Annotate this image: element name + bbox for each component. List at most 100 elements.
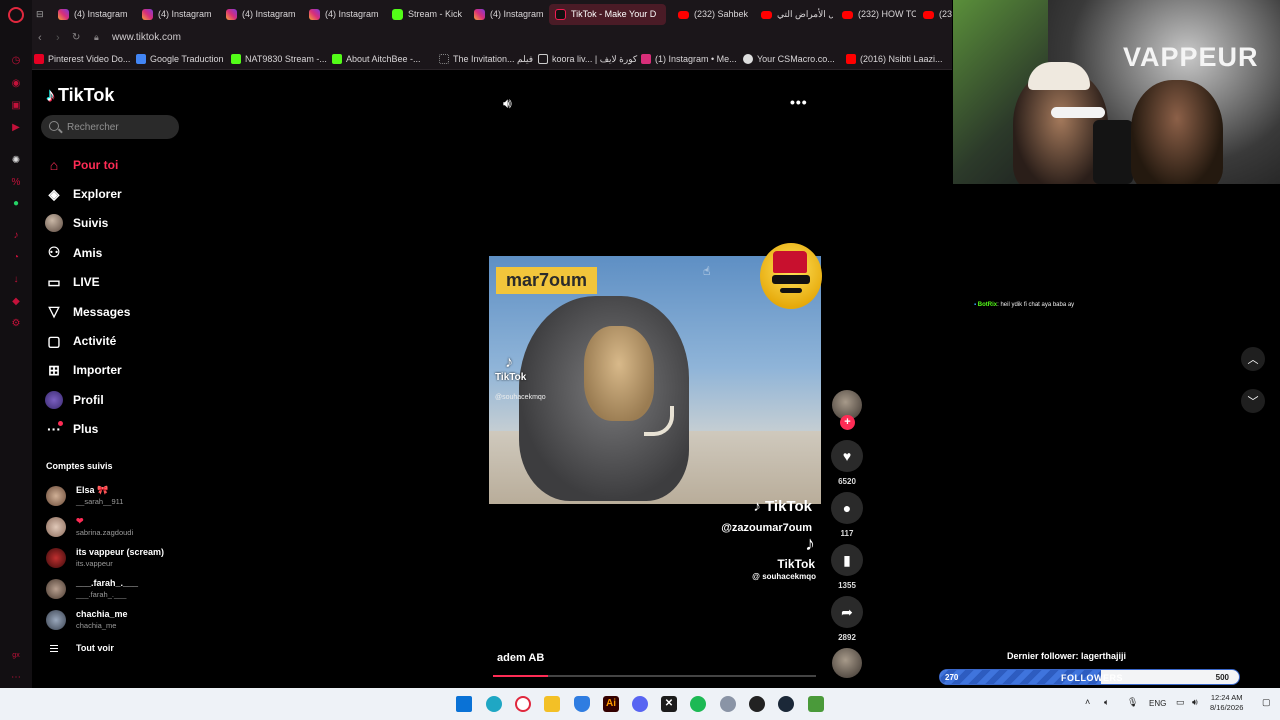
bookmark-item[interactable]: (2016) Nsibti Laazi... bbox=[846, 52, 943, 66]
language-indicator[interactable]: ENG bbox=[1149, 699, 1166, 708]
percent-icon[interactable]: % bbox=[10, 177, 22, 189]
sidebar-bottom-icon[interactable]: gx bbox=[10, 650, 22, 662]
settings-icon[interactable]: ⚙ bbox=[10, 318, 22, 330]
comment-button[interactable]: ● bbox=[831, 492, 863, 524]
nav-upload[interactable]: ⊞ Importer bbox=[44, 356, 184, 385]
obs-icon[interactable] bbox=[749, 696, 765, 712]
bookmark-item[interactable]: (1) Instagram • Me... bbox=[641, 52, 737, 66]
messenger-icon[interactable]: ◉ bbox=[10, 78, 22, 90]
tab-instagram-5[interactable]: (4) Instagram bbox=[468, 4, 550, 25]
youtube-sidebar-icon[interactable]: ▶ bbox=[10, 122, 22, 134]
settings-gear-icon[interactable] bbox=[720, 696, 736, 712]
bookmark-item[interactable]: Google Traduction bbox=[136, 52, 224, 66]
tiktok-icon bbox=[555, 9, 566, 20]
capcut-icon[interactable]: ✕ bbox=[661, 696, 677, 712]
music-icon[interactable]: ♪ bbox=[10, 230, 22, 242]
next-video-button[interactable]: ﹀ bbox=[1241, 389, 1265, 413]
tray-overflow-icon[interactable]: ˄ bbox=[1085, 697, 1090, 707]
tab-instagram-3[interactable]: (4) Instagram bbox=[220, 4, 302, 25]
extensions-icon[interactable]: ◆ bbox=[10, 296, 22, 308]
sidebar-more-icon[interactable]: ⋯ bbox=[10, 672, 22, 684]
following-item[interactable]: its vappeur (scream) its.vappeur bbox=[46, 546, 186, 577]
video-progress-bar[interactable] bbox=[493, 675, 816, 677]
tab-instagram-2[interactable]: (4) Instagram bbox=[136, 4, 218, 25]
nav-live[interactable]: ▭ LIVE bbox=[44, 268, 184, 297]
mic-tray-icon[interactable]: 🎙︎ bbox=[1127, 697, 1138, 708]
search-icon[interactable] bbox=[49, 121, 59, 131]
file-explorer-icon[interactable] bbox=[544, 696, 560, 712]
following-item[interactable]: ___.farah_.___ ___.farah_.___ bbox=[46, 577, 186, 608]
url-field[interactable]: www.tiktok.com bbox=[112, 31, 181, 45]
back-icon[interactable]: ‹ bbox=[38, 32, 42, 44]
whatsapp-icon[interactable]: ● bbox=[10, 198, 22, 210]
opera-logo-icon[interactable] bbox=[8, 7, 24, 23]
illustrator-icon[interactable]: Ai bbox=[603, 696, 619, 712]
like-button[interactable]: ♥ bbox=[831, 440, 863, 472]
tab-overview-icon[interactable]: ⊟ bbox=[32, 4, 50, 25]
previous-video-button[interactable]: ︿ bbox=[1241, 347, 1265, 371]
tab-tiktok[interactable]: TikTok - Make Your D bbox=[549, 4, 666, 25]
tab-instagram-4[interactable]: (4) Instagram bbox=[303, 4, 385, 25]
nav-messages[interactable]: ▽ Messages bbox=[44, 297, 184, 326]
reload-icon[interactable]: ↻ bbox=[72, 32, 80, 43]
instagram-icon bbox=[641, 54, 651, 64]
windows-start-icon[interactable] bbox=[456, 696, 472, 712]
system-clock[interactable]: 12:24 AM 8/16/2026 bbox=[1210, 693, 1243, 713]
bookmark-item[interactable]: koora liv... | كورة لايف bbox=[538, 52, 637, 66]
youtube-icon bbox=[846, 54, 856, 64]
volume-icon[interactable]: 🔊︎ bbox=[503, 95, 512, 112]
ai-icon[interactable]: ✺ bbox=[10, 155, 22, 167]
forward-icon[interactable]: › bbox=[56, 32, 60, 44]
tab-youtube-4[interactable]: (232 bbox=[917, 4, 952, 25]
following-item[interactable]: chachia_me chachia_me bbox=[46, 608, 186, 639]
nav-more[interactable]: ··· Plus bbox=[44, 415, 184, 444]
following-item[interactable]: Elsa 🎀 __sarah__911 bbox=[46, 484, 186, 515]
follow-plus-icon[interactable]: + bbox=[840, 415, 855, 430]
notification-icon[interactable]: ▢ bbox=[1262, 697, 1271, 708]
bookmark-icon: ▮ bbox=[843, 551, 851, 568]
tab-youtube-3[interactable]: (232) HOW TO bbox=[836, 4, 916, 25]
see-all-link[interactable]: Tout voir bbox=[50, 643, 114, 653]
nav-activity[interactable]: ▢ Activité bbox=[44, 326, 184, 355]
nav-explore[interactable]: ◈ Explorer bbox=[44, 179, 184, 208]
bookmark-item[interactable]: The Invitation... فيلم bbox=[439, 52, 533, 66]
clock-icon[interactable]: ◔ bbox=[10, 252, 22, 264]
tiktok-note-icon: ♪ bbox=[46, 85, 55, 105]
bookmark-item[interactable]: Your CSMacro.co... bbox=[743, 52, 835, 66]
nav-for-you[interactable]: ⌂ Pour toi bbox=[44, 150, 184, 179]
tab-kick[interactable]: Stream - Kick bbox=[386, 4, 466, 25]
bookmark-item[interactable]: NAT9830 Stream -... bbox=[231, 52, 327, 66]
nav-friends[interactable]: ⚇ Amis bbox=[44, 238, 184, 267]
spotify-icon[interactable] bbox=[690, 696, 706, 712]
discord-icon[interactable] bbox=[632, 696, 648, 712]
share-button[interactable]: ➦ bbox=[831, 596, 863, 628]
next-creator-avatar[interactable] bbox=[832, 648, 862, 678]
tab-bar: ⊟ (4) Instagram (4) Instagram (4) Instag… bbox=[32, 0, 952, 29]
instagram-sidebar-icon[interactable]: ▣ bbox=[10, 100, 22, 112]
opera-gx-icon[interactable] bbox=[515, 696, 531, 712]
nav-profile[interactable]: Profil bbox=[44, 385, 184, 414]
minecraft-icon[interactable] bbox=[808, 696, 824, 712]
history-icon[interactable]: ◷ bbox=[10, 55, 22, 67]
tab-youtube-1[interactable]: (232) Sahbek bbox=[672, 4, 750, 25]
nav-following[interactable]: Suivis bbox=[44, 209, 184, 238]
search-box bbox=[41, 115, 179, 139]
speaker-tray-icon[interactable]: 🔈︎ bbox=[1104, 697, 1109, 708]
network-icon[interactable]: ▭ bbox=[1176, 697, 1185, 708]
steam-icon[interactable] bbox=[778, 696, 794, 712]
save-button[interactable]: ▮ bbox=[831, 544, 863, 576]
tab-instagram-1[interactable]: (4) Instagram bbox=[52, 4, 134, 25]
volume-tray-icon[interactable]: 🔊︎ bbox=[1192, 697, 1198, 708]
search-input[interactable] bbox=[67, 119, 172, 135]
video-author[interactable]: adem AB bbox=[497, 652, 544, 664]
defender-icon[interactable] bbox=[574, 696, 590, 712]
bookmark-item[interactable]: Pinterest Video Do... bbox=[34, 52, 130, 66]
edge-icon[interactable] bbox=[486, 696, 502, 712]
bookmark-item[interactable]: About AitchBee -... bbox=[332, 52, 421, 66]
more-options-icon[interactable]: ••• bbox=[790, 94, 808, 110]
tiktok-logo[interactable]: ♪ TikTok bbox=[46, 85, 114, 106]
following-item[interactable]: ❤ sabrina.zagdoudi bbox=[46, 515, 186, 546]
download-icon[interactable]: ↓ bbox=[10, 274, 22, 286]
tab-youtube-2[interactable]: كل الأمراض التي bbox=[755, 4, 833, 25]
tiktok-watermark-small: TikTok bbox=[777, 557, 815, 571]
